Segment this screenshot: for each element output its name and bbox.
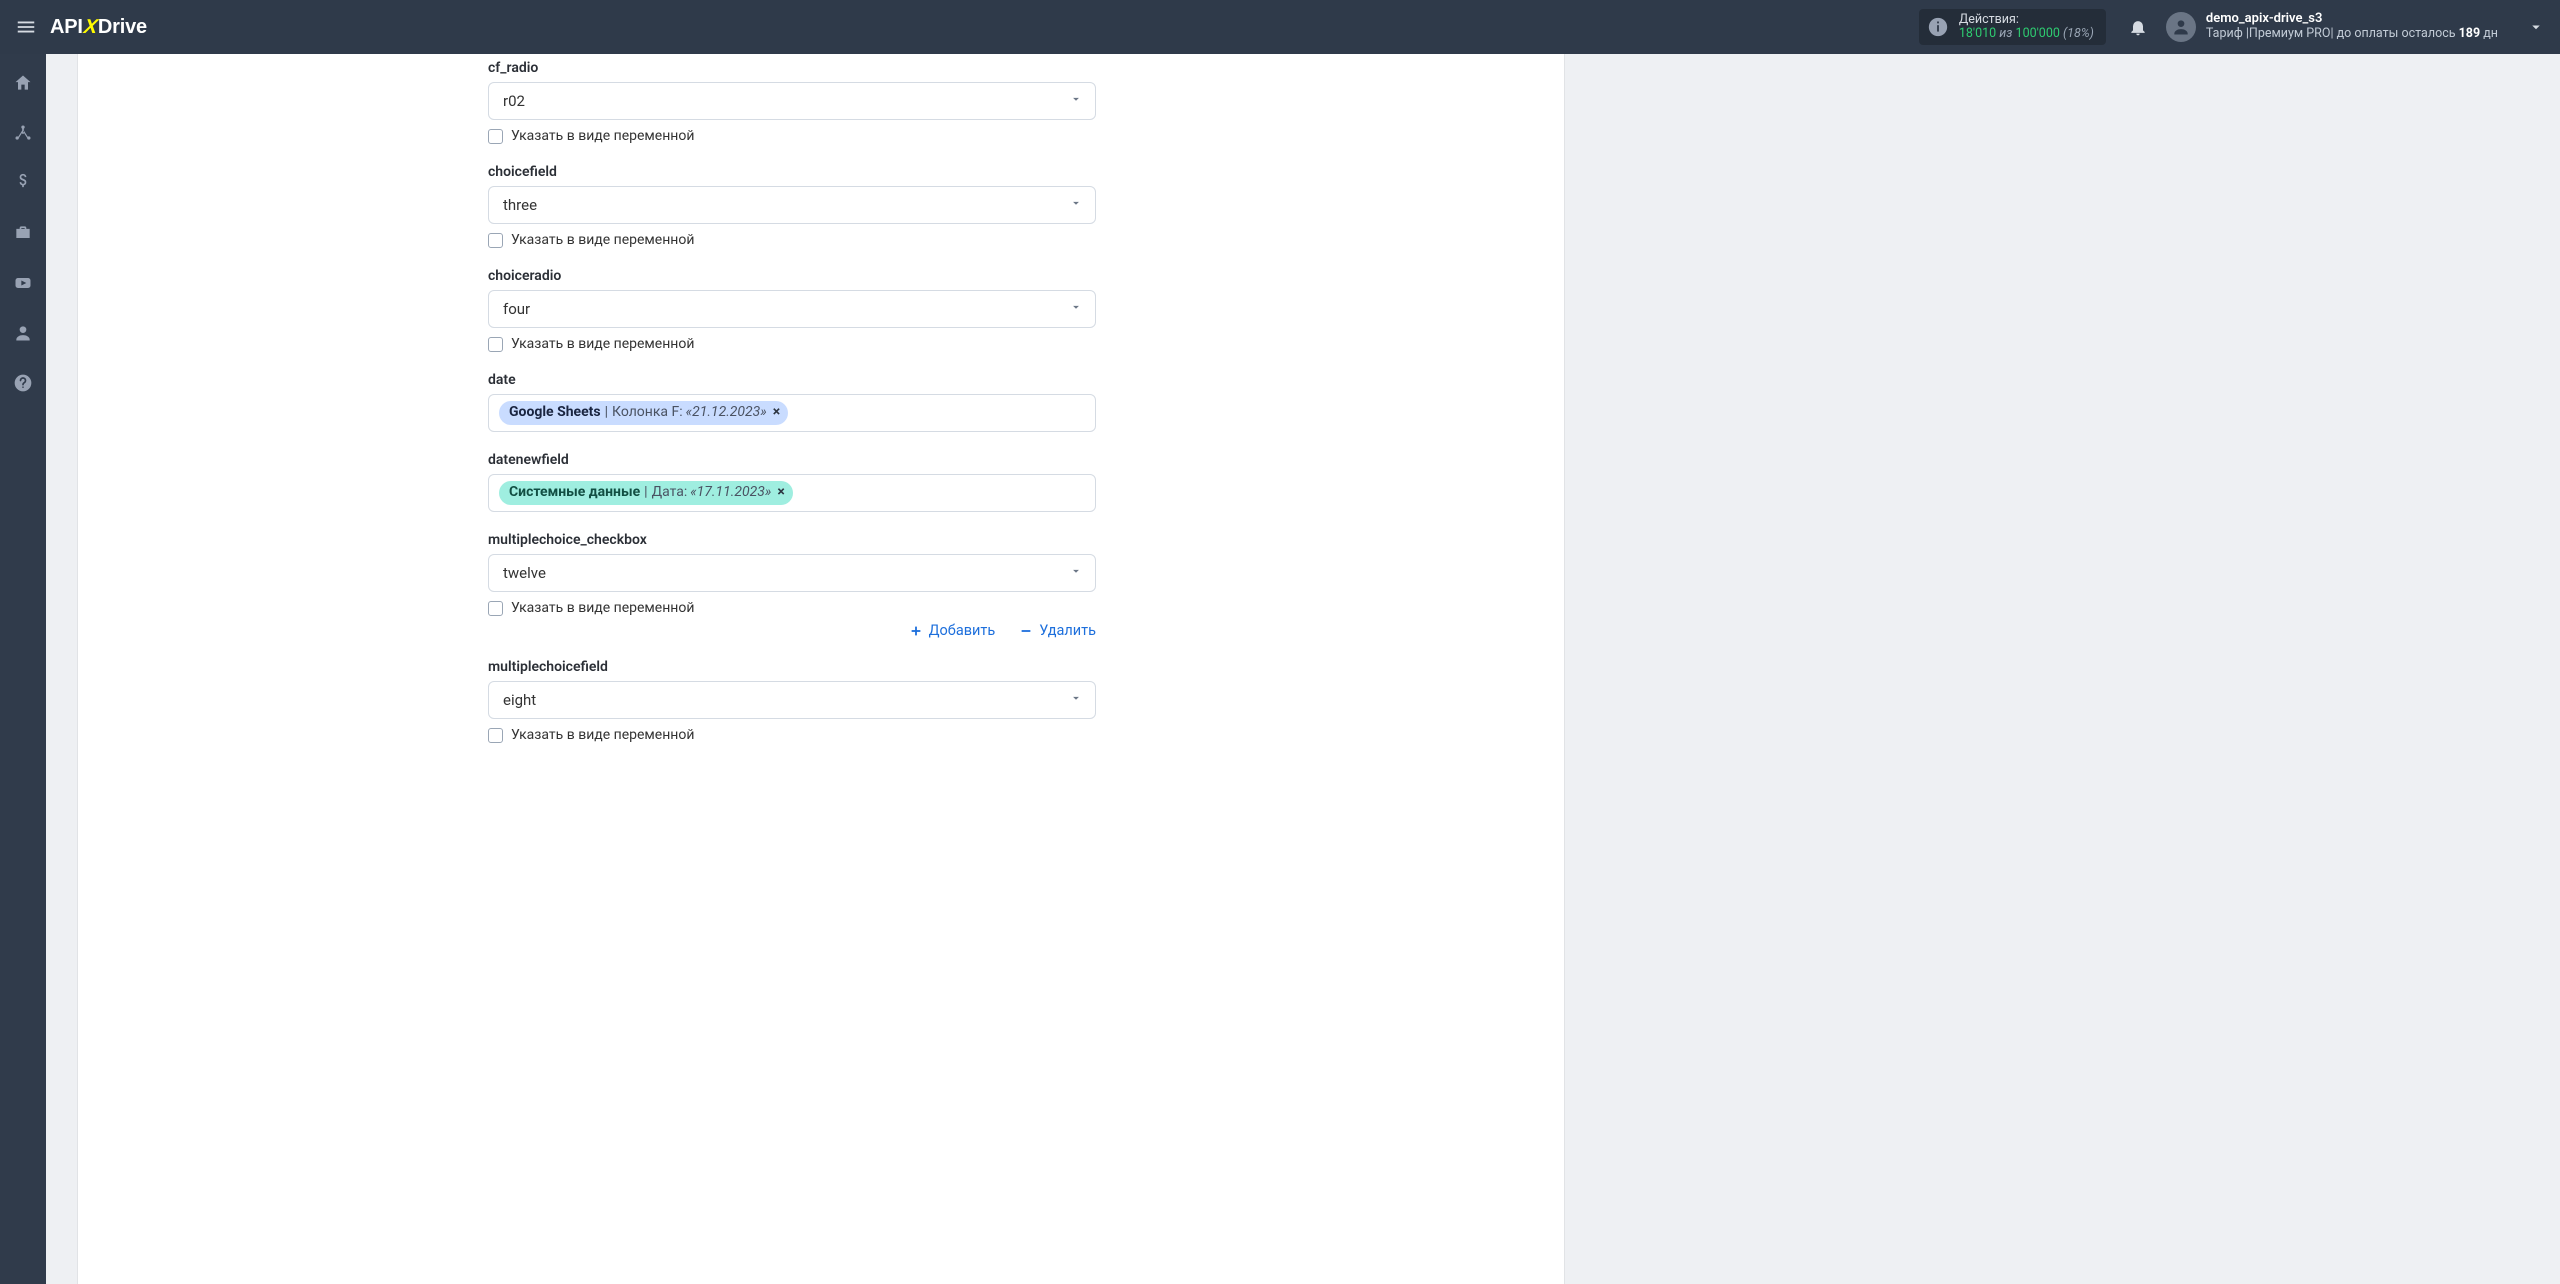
label-multiplechoicefield: multiplechoicefield	[488, 659, 1096, 675]
hamburger-icon[interactable]	[4, 5, 48, 49]
content-wrap: cf_radio r02 Указать в виде переменной c…	[46, 54, 2560, 1284]
label-date: date	[488, 372, 1096, 388]
form-area: cf_radio r02 Указать в виде переменной c…	[488, 54, 1096, 763]
header-chevron-down-icon[interactable]	[2526, 17, 2546, 37]
remove-button[interactable]: Удалить	[1019, 622, 1096, 639]
token-remove-icon[interactable]: ×	[773, 404, 780, 422]
add-button[interactable]: Добавить	[909, 622, 996, 639]
actions-counter[interactable]: Действия: 18'010 из 100'000 (18%)	[1919, 9, 2106, 45]
label-datenewfield: datenewfield	[488, 452, 1096, 468]
select-multiplechoicefield[interactable]: eight	[488, 681, 1096, 719]
field-choicefield: choicefield three Указать в виде перемен…	[488, 164, 1096, 248]
sidebar-item-help[interactable]	[8, 368, 38, 398]
label-choicefield: choicefield	[488, 164, 1096, 180]
tokenbox-datenewfield[interactable]: Системные данные | Дата: «17.11.2023» ×	[488, 474, 1096, 512]
checkbox-icon[interactable]	[488, 728, 503, 743]
var-checkbox-row[interactable]: Указать в виде переменной	[488, 600, 1096, 616]
app-body: cf_radio r02 Указать в виде переменной c…	[0, 54, 2560, 1284]
sidebar-item-video[interactable]	[8, 268, 38, 298]
sidebar-item-home[interactable]	[8, 68, 38, 98]
content-card: cf_radio r02 Указать в виде переменной c…	[78, 54, 1564, 1284]
var-checkbox-label: Указать в виде переменной	[511, 336, 694, 352]
var-checkbox-label: Указать в виде переменной	[511, 128, 694, 144]
var-checkbox-label: Указать в виде переменной	[511, 232, 694, 248]
label-cf_radio: cf_radio	[488, 60, 1096, 76]
sidebar-item-billing[interactable]	[8, 168, 38, 198]
var-checkbox-row[interactable]: Указать в виде переменной	[488, 336, 1096, 352]
logo-drive: Drive	[98, 16, 147, 39]
logo-x: X	[82, 16, 98, 39]
row-actions: Добавить Удалить	[488, 622, 1096, 639]
checkbox-icon[interactable]	[488, 601, 503, 616]
sidebar	[0, 54, 46, 1284]
var-checkbox-label: Указать в виде переменной	[511, 600, 694, 616]
user-tariff: Тариф |Премиум PRO| до оплаты осталось 1…	[2206, 27, 2498, 41]
chevron-down-icon	[1069, 300, 1083, 318]
select-cf_radio[interactable]: r02	[488, 82, 1096, 120]
sidebar-item-connections[interactable]	[8, 118, 38, 148]
select-value: r02	[503, 92, 525, 110]
sidebar-item-account[interactable]	[8, 318, 38, 348]
user-name: demo_apix-drive_s3	[2206, 12, 2498, 27]
select-value: twelve	[503, 564, 546, 582]
chevron-down-icon	[1069, 92, 1083, 110]
chevron-down-icon	[1069, 196, 1083, 214]
app-header: API X Drive Действия: 18'010 из 100'000 …	[0, 0, 2560, 54]
label-choiceradio: choiceradio	[488, 268, 1096, 284]
field-choiceradio: choiceradio four Указать в виде переменн…	[488, 268, 1096, 352]
chevron-down-icon	[1069, 564, 1083, 582]
field-datenewfield: datenewfield Системные данные | Дата: «1…	[488, 452, 1096, 512]
var-checkbox-row[interactable]: Указать в виде переменной	[488, 128, 1096, 144]
user-avatar-icon[interactable]	[2166, 12, 2196, 42]
actions-values: 18'010 из 100'000 (18%)	[1959, 27, 2094, 41]
checkbox-icon[interactable]	[488, 233, 503, 248]
field-multiplechoicefield: multiplechoicefield eight Указать в виде…	[488, 659, 1096, 743]
select-value: four	[503, 300, 530, 318]
field-date: date Google Sheets | Колонка F: «21.12.2…	[488, 372, 1096, 432]
chevron-down-icon	[1069, 691, 1083, 709]
sidebar-item-briefcase[interactable]	[8, 218, 38, 248]
var-checkbox-row[interactable]: Указать в виде переменной	[488, 727, 1096, 743]
select-value: three	[503, 196, 537, 214]
token-remove-icon[interactable]: ×	[777, 484, 784, 502]
token-system-data[interactable]: Системные данные | Дата: «17.11.2023» ×	[499, 481, 793, 505]
label-multiplechoice_checkbox: multiplechoice_checkbox	[488, 532, 1096, 548]
info-icon	[1927, 16, 1949, 38]
var-checkbox-row[interactable]: Указать в виде переменной	[488, 232, 1096, 248]
checkbox-icon[interactable]	[488, 337, 503, 352]
field-multiplechoice_checkbox: multiplechoice_checkbox twelve Указать в…	[488, 532, 1096, 639]
notifications-bell-icon[interactable]	[2122, 11, 2154, 43]
select-choiceradio[interactable]: four	[488, 290, 1096, 328]
select-value: eight	[503, 691, 536, 709]
select-multiplechoice_checkbox[interactable]: twelve	[488, 554, 1096, 592]
tokenbox-date[interactable]: Google Sheets | Колонка F: «21.12.2023» …	[488, 394, 1096, 432]
field-cf_radio: cf_radio r02 Указать в виде переменной	[488, 60, 1096, 144]
logo-api: API	[50, 16, 83, 39]
actions-label: Действия:	[1959, 13, 2094, 27]
token-google-sheets[interactable]: Google Sheets | Колонка F: «21.12.2023» …	[499, 401, 788, 425]
var-checkbox-label: Указать в виде переменной	[511, 727, 694, 743]
user-block[interactable]: demo_apix-drive_s3 Тариф |Премиум PRO| д…	[2206, 12, 2498, 41]
select-choicefield[interactable]: three	[488, 186, 1096, 224]
app-logo[interactable]: API X Drive	[50, 16, 147, 39]
checkbox-icon[interactable]	[488, 129, 503, 144]
